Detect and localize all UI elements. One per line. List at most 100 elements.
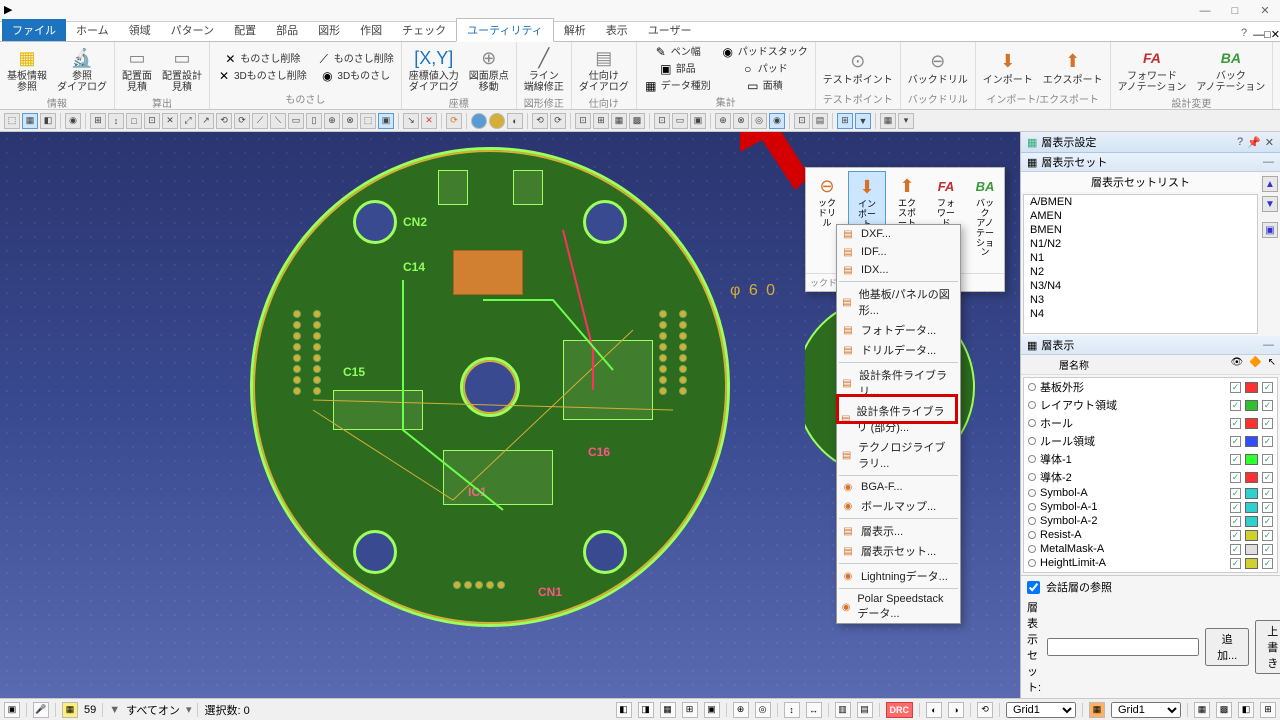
status-button[interactable]: ▥: [835, 702, 851, 718]
layer-radio[interactable]: [1028, 419, 1036, 427]
close-button[interactable]: ✕: [1250, 1, 1280, 21]
ribbon-button[interactable]: ⬇インポート: [980, 48, 1036, 88]
layer-radio[interactable]: [1028, 401, 1036, 409]
tool-button[interactable]: ▭: [672, 113, 688, 129]
status-button[interactable]: ▤: [857, 702, 873, 718]
ribbon-button[interactable]: ✕3Dものさし削除: [214, 68, 310, 84]
status-button[interactable]: ▦: [1194, 702, 1210, 718]
menu-item[interactable]: ▤設計条件ライブラリ...: [837, 365, 960, 401]
status-button[interactable]: ◧: [616, 702, 632, 718]
layer-radio[interactable]: [1028, 437, 1036, 445]
tool-button[interactable]: ◎: [751, 113, 767, 129]
ribbon-button[interactable]: ▦データ種別: [641, 78, 714, 94]
menu-item[interactable]: ▤ドリルデータ...: [837, 340, 960, 360]
ribbon-button[interactable]: BAバックアノテーション: [1193, 44, 1268, 95]
component[interactable]: [563, 340, 653, 420]
layer-select-check[interactable]: ✓: [1262, 558, 1273, 569]
ribbon-button[interactable]: ⊙テストポイント: [820, 48, 896, 88]
tool-button[interactable]: ▦: [611, 113, 627, 129]
ribbon-button[interactable]: ✕ものさし削除: [214, 51, 310, 67]
tool-button[interactable]: ⊡: [575, 113, 591, 129]
layer-select-check[interactable]: ✓: [1262, 418, 1273, 429]
popup-ribbon-button[interactable]: BAバックアノテーション: [967, 171, 1003, 270]
ribbon-close-button[interactable]: ✕: [1271, 28, 1280, 41]
layer-visible-check[interactable]: ✓: [1230, 516, 1241, 527]
layer-row[interactable]: レイアウト領域 ✓ ✓: [1024, 396, 1277, 414]
ribbon-tab[interactable]: 配置: [224, 19, 266, 41]
layer-set-item[interactable]: N2: [1024, 265, 1257, 279]
layer-list[interactable]: 基板外形 ✓ ✓ レイアウト領域 ✓ ✓ ホール ✓ ✓ ルール領域 ✓ ✓ 導…: [1023, 377, 1278, 573]
add-button[interactable]: 追加...: [1205, 628, 1249, 666]
tool-button[interactable]: □: [126, 113, 142, 129]
tool-button[interactable]: ⟳: [550, 113, 566, 129]
layer-radio[interactable]: [1028, 489, 1036, 497]
menu-item[interactable]: ▤設計条件ライブラリ (部分)...: [837, 401, 960, 437]
menu-item[interactable]: ▤フォトデータ...: [837, 320, 960, 340]
ribbon-button[interactable]: ◉3Dものさし: [314, 68, 397, 84]
layer-radio[interactable]: [1028, 455, 1036, 463]
status-button[interactable]: ▩: [1216, 702, 1232, 718]
layer-row[interactable]: 基板外形 ✓ ✓: [1024, 378, 1277, 396]
tool-button[interactable]: ⊡: [794, 113, 810, 129]
layer-color-swatch[interactable]: [1245, 382, 1258, 393]
layer-visible-check[interactable]: ✓: [1230, 502, 1241, 513]
layer-set-item[interactable]: N3/N4: [1024, 279, 1257, 293]
tool-button[interactable]: ⟳: [446, 113, 462, 129]
ribbon-button[interactable]: ⊖バックドリル: [905, 48, 971, 88]
tool-button[interactable]: ◉: [769, 113, 785, 129]
layer-row[interactable]: 導体-2 ✓ ✓: [1024, 468, 1277, 486]
color-icon[interactable]: 🔶: [1249, 357, 1261, 372]
ribbon-tab[interactable]: パターン: [161, 19, 224, 41]
ribbon-button[interactable]: ◉パッドスタック: [718, 44, 811, 60]
menu-item[interactable]: ▤層表示セット...: [837, 541, 960, 561]
ribbon-tab[interactable]: 解析: [554, 19, 596, 41]
tool-button[interactable]: ⟍: [270, 113, 286, 129]
ribbon-button[interactable]: ▦基板情報参照: [4, 44, 50, 95]
component[interactable]: [333, 390, 423, 430]
tool-button[interactable]: ◉: [65, 113, 81, 129]
menu-item[interactable]: ▤テクノロジライブラリ...: [837, 437, 960, 473]
layer-visible-check[interactable]: ✓: [1230, 436, 1241, 447]
menu-item[interactable]: ▤IDX...: [837, 261, 960, 279]
status-button[interactable]: ⊞: [682, 702, 698, 718]
overwrite-button[interactable]: 上書き: [1255, 620, 1280, 674]
status-button[interactable]: ▦: [62, 702, 78, 718]
layer-row[interactable]: CompArea-A ✓ ✓: [1024, 570, 1277, 573]
ribbon-button[interactable]: ▣部品: [641, 61, 714, 77]
pcb-board[interactable]: CN2 C14 C15 C16 CN1 IC1: [250, 147, 730, 627]
tool-button[interactable]: ⬚: [360, 113, 376, 129]
tool-button[interactable]: ↕: [108, 113, 124, 129]
layer-select-check[interactable]: ✓: [1262, 436, 1273, 447]
layer-select-check[interactable]: ✓: [1262, 502, 1273, 513]
status-button[interactable]: ⊕: [733, 702, 749, 718]
tool-button[interactable]: ⊞: [90, 113, 106, 129]
layer-color-swatch[interactable]: [1245, 558, 1258, 569]
tool-button[interactable]: ⊗: [733, 113, 749, 129]
layer-color-swatch[interactable]: [1245, 472, 1258, 483]
layer-visible-check[interactable]: ✓: [1230, 530, 1241, 541]
layer-visible-check[interactable]: ✓: [1230, 488, 1241, 499]
tool-button[interactable]: ↗: [198, 113, 214, 129]
menu-item[interactable]: ◉BGA-F...: [837, 478, 960, 496]
tool-button[interactable]: ⬚: [4, 113, 20, 129]
grid-select[interactable]: Grid1: [1006, 702, 1076, 718]
layer-visible-check[interactable]: ✓: [1230, 400, 1241, 411]
tool-button[interactable]: ✕: [162, 113, 178, 129]
ribbon-tab[interactable]: ユーティリティ: [456, 18, 554, 42]
tool-button[interactable]: ⟲: [216, 113, 232, 129]
tool-button[interactable]: ✕: [421, 113, 437, 129]
layer-row[interactable]: HeightLimit-A ✓ ✓: [1024, 556, 1277, 570]
status-button[interactable]: ↕: [784, 702, 800, 718]
status-button[interactable]: ▣: [4, 702, 20, 718]
set-name-input[interactable]: [1047, 638, 1199, 656]
layer-row[interactable]: ルール領域 ✓ ✓: [1024, 432, 1277, 450]
layer-color-swatch[interactable]: [1245, 572, 1258, 574]
component[interactable]: [513, 170, 543, 205]
ribbon-button[interactable]: ⬆エクスポート: [1040, 48, 1106, 88]
layer-select-check[interactable]: ✓: [1262, 382, 1273, 393]
ribbon-button[interactable]: 🔬参照ダイアログ: [54, 44, 110, 95]
layer-visible-check[interactable]: ✓: [1230, 382, 1241, 393]
apply-button[interactable]: ▣: [1262, 222, 1278, 238]
component[interactable]: [453, 250, 523, 295]
layer-set-item[interactable]: BMEN: [1024, 223, 1257, 237]
